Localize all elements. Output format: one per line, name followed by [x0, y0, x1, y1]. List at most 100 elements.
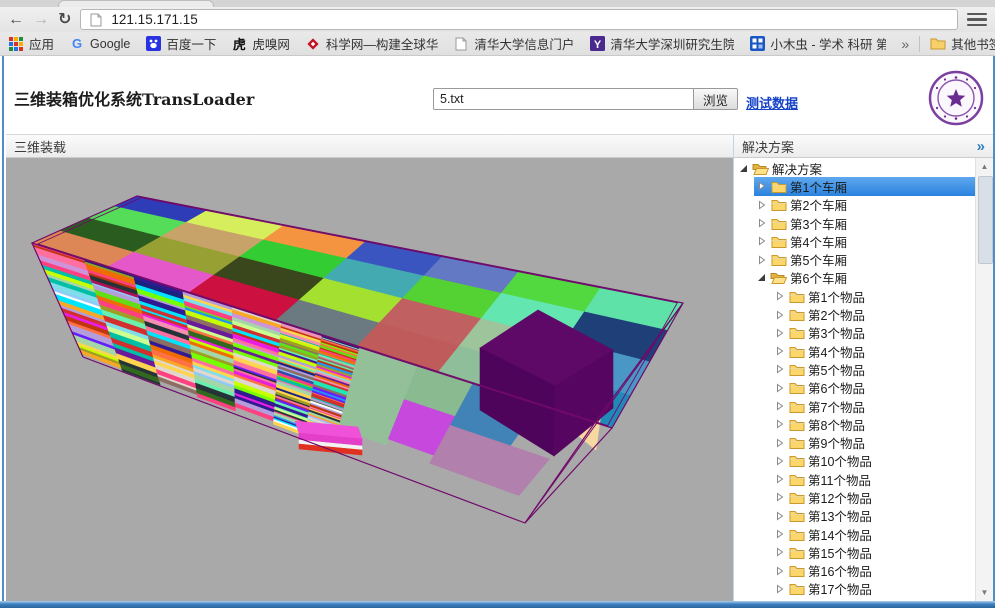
tree-item[interactable]: 第16个物品: [734, 562, 976, 580]
tree-item-body[interactable]: 第16个物品: [772, 562, 976, 580]
tree-item[interactable]: 第5个车厢: [734, 250, 976, 268]
tree-item[interactable]: 第14个物品: [734, 525, 976, 543]
tree-item-body[interactable]: 第18个物品: [772, 598, 976, 601]
tree-item-body[interactable]: 第6个物品: [772, 379, 976, 397]
expand-arrow-icon[interactable]: [774, 456, 785, 466]
tree-item-body[interactable]: 第12个物品: [772, 488, 976, 506]
collapse-arrow-icon[interactable]: [738, 164, 749, 173]
expand-arrow-icon[interactable]: [774, 492, 785, 502]
tree-item-body[interactable]: 解决方案: [736, 159, 976, 177]
tree-item[interactable]: 第18个物品: [734, 598, 976, 601]
expand-arrow-icon[interactable]: [756, 218, 767, 228]
tree-item-body[interactable]: 第2个物品: [772, 305, 976, 323]
file-input-value[interactable]: 5.txt: [434, 89, 693, 109]
tree-item[interactable]: 第12个物品: [734, 488, 976, 506]
bookmark-item[interactable]: 应用: [8, 34, 54, 53]
tree-item[interactable]: 第11个物品: [734, 470, 976, 488]
scroll-up-button[interactable]: ▲: [976, 158, 993, 175]
tree-item-body[interactable]: 第3个车厢: [754, 214, 976, 232]
tree-item[interactable]: 第13个物品: [734, 507, 976, 525]
tree-item[interactable]: 第1个物品: [734, 287, 976, 305]
tree-item-body[interactable]: 第8个物品: [772, 415, 976, 433]
scroll-down-button[interactable]: ▼: [976, 584, 993, 601]
tree-item-body[interactable]: 第4个车厢: [754, 232, 976, 250]
scene-canvas[interactable]: [6, 158, 733, 601]
tree-item[interactable]: 解决方案: [734, 159, 976, 177]
bookmark-item[interactable]: 虎虎嗅网: [231, 34, 290, 53]
expand-arrow-icon[interactable]: [774, 419, 785, 429]
test-data-link[interactable]: 测试数据: [746, 93, 798, 112]
expand-arrow-icon[interactable]: [774, 529, 785, 539]
browse-button[interactable]: 浏览: [693, 89, 737, 109]
tree-item-body[interactable]: 第7个物品: [772, 397, 976, 415]
expand-arrow-icon[interactable]: [774, 547, 785, 557]
expand-arrow-icon[interactable]: [774, 566, 785, 576]
tree-item[interactable]: 第2个车厢: [734, 196, 976, 214]
expand-arrow-icon[interactable]: [774, 401, 785, 411]
bookmark-item[interactable]: 小木虫 - 学术 科研 第一站: [749, 34, 886, 53]
tree-item[interactable]: 第1个车厢: [734, 177, 976, 195]
expand-arrow-icon[interactable]: [774, 474, 785, 484]
bookmark-item[interactable]: GGoogle: [69, 36, 130, 52]
scroll-thumb[interactable]: [978, 176, 993, 264]
expand-arrow-icon[interactable]: [756, 236, 767, 246]
tree-item-body[interactable]: 第17个物品: [772, 580, 976, 598]
tree-item-body[interactable]: 第14个物品: [772, 525, 976, 543]
tree-item[interactable]: 第9个物品: [734, 433, 976, 451]
bookmark-item[interactable]: 清华大学信息门户: [453, 34, 574, 53]
menu-button[interactable]: [967, 13, 987, 27]
expand-arrow-icon[interactable]: [774, 291, 785, 301]
tree-item[interactable]: 第6个物品: [734, 379, 976, 397]
tree-item[interactable]: 第7个物品: [734, 397, 976, 415]
tree-item-body[interactable]: 第11个物品: [772, 470, 976, 488]
expand-arrow-icon[interactable]: [774, 346, 785, 356]
expand-arrow-icon[interactable]: [774, 584, 785, 594]
expand-arrow-icon[interactable]: [756, 181, 767, 191]
tree-item-body[interactable]: 第5个物品: [772, 360, 976, 378]
expand-arrow-icon[interactable]: [756, 255, 767, 265]
tree-item-body[interactable]: 第13个物品: [772, 507, 976, 525]
tree-item[interactable]: 第2个物品: [734, 305, 976, 323]
bookmarks-overflow-chevron[interactable]: »: [901, 36, 909, 52]
expand-arrow-icon[interactable]: [774, 511, 785, 521]
other-bookmarks-folder[interactable]: 其他书签: [930, 34, 995, 53]
tree-item-body[interactable]: 第3个物品: [772, 324, 976, 342]
tree-item-body[interactable]: 第6个车厢: [754, 269, 976, 287]
tree-item[interactable]: 第6个车厢: [734, 269, 976, 287]
tree-item[interactable]: 第4个车厢: [734, 232, 976, 250]
tree-item[interactable]: 第15个物品: [734, 543, 976, 561]
expand-arrow-icon[interactable]: [756, 200, 767, 210]
expand-arrow-icon[interactable]: [774, 364, 785, 374]
bookmark-item[interactable]: 百度一下: [145, 34, 216, 53]
tree-item-body[interactable]: 第9个物品: [772, 433, 976, 451]
bookmark-item[interactable]: 科学网—构建全球华: [305, 34, 439, 53]
url-bar[interactable]: 121.15.171.15: [80, 9, 958, 30]
tree-item[interactable]: 第17个物品: [734, 580, 976, 598]
panel-collapse-chevron[interactable]: »: [977, 139, 985, 154]
tree-item-selected-body[interactable]: 第1个车厢: [754, 177, 976, 195]
refresh-button[interactable]: ↻: [58, 12, 71, 28]
tree-item[interactable]: 第10个物品: [734, 452, 976, 470]
expand-arrow-icon[interactable]: [774, 383, 785, 393]
tree-item[interactable]: 第3个物品: [734, 324, 976, 342]
tree-item-body[interactable]: 第5个车厢: [754, 250, 976, 268]
3d-render[interactable]: [6, 158, 733, 601]
back-button[interactable]: ←: [8, 12, 24, 28]
forward-button[interactable]: →: [33, 12, 49, 28]
expand-arrow-icon[interactable]: [774, 328, 785, 338]
tree-item[interactable]: 第5个物品: [734, 360, 976, 378]
expand-arrow-icon[interactable]: [774, 310, 785, 320]
tree-item-body[interactable]: 第1个物品: [772, 287, 976, 305]
tree-item-body[interactable]: 第10个物品: [772, 452, 976, 470]
tree-scrollbar[interactable]: ▲ ▼: [975, 158, 993, 601]
file-input[interactable]: 5.txt 浏览: [433, 88, 738, 110]
tree-item[interactable]: 第4个物品: [734, 342, 976, 360]
tree-item-body[interactable]: 第15个物品: [772, 543, 976, 561]
tree-item[interactable]: 第3个车厢: [734, 214, 976, 232]
collapse-arrow-icon[interactable]: [756, 273, 767, 282]
tree-item[interactable]: 第8个物品: [734, 415, 976, 433]
tree-item-body[interactable]: 第4个物品: [772, 342, 976, 360]
expand-arrow-icon[interactable]: [774, 438, 785, 448]
bookmark-item[interactable]: Y清华大学深圳研究生院: [589, 34, 734, 53]
url-text[interactable]: 121.15.171.15: [111, 12, 197, 27]
